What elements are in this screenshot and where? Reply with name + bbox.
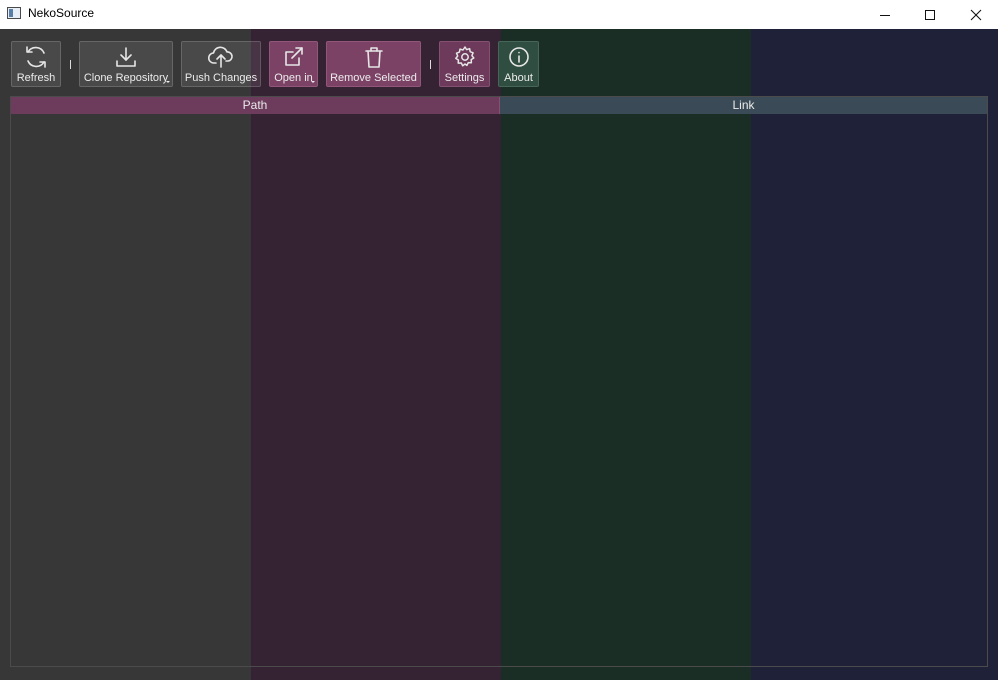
maximize-button[interactable] [907, 0, 952, 29]
settings-button[interactable]: Settings [439, 41, 490, 87]
toolbar-separator [70, 60, 71, 69]
clone-repository-label: Clone Repository [83, 72, 169, 84]
close-button[interactable] [953, 0, 998, 29]
title-bar: NekoSource [0, 0, 998, 29]
open-in-label: Open in [274, 72, 313, 84]
refresh-label: Refresh [16, 72, 56, 84]
column-header-path[interactable]: Path [11, 97, 500, 114]
close-icon [970, 9, 981, 20]
gear-icon [454, 46, 475, 67]
info-icon [508, 47, 529, 67]
external-link-icon [284, 47, 303, 66]
remove-selected-button[interactable]: Remove Selected [326, 41, 421, 87]
minimize-button[interactable] [862, 0, 907, 29]
open-in-button[interactable]: Open in [269, 41, 318, 87]
cloud-upload-icon [207, 46, 233, 68]
push-changes-button[interactable]: Push Changes [181, 41, 261, 87]
refresh-icon [26, 46, 46, 68]
clone-repository-button[interactable]: Clone Repository [79, 41, 173, 87]
remove-selected-label: Remove Selected [330, 72, 417, 84]
toolbar: Refresh Clone Repository Push Changes Op… [0, 29, 998, 95]
table-body[interactable] [11, 114, 987, 666]
minimize-icon [879, 14, 890, 16]
column-header-link[interactable]: Link [500, 97, 987, 114]
download-icon [116, 47, 136, 67]
dropdown-arrow-icon [166, 81, 170, 83]
trash-icon [364, 47, 383, 68]
repository-table[interactable]: Path Link [10, 96, 988, 667]
window-title: NekoSource [28, 6, 95, 20]
settings-label: Settings [444, 72, 485, 84]
refresh-button[interactable]: Refresh [11, 41, 61, 87]
app-icon [7, 7, 21, 19]
about-label: About [504, 72, 533, 84]
table-header: Path Link [11, 97, 987, 114]
dropdown-arrow-icon [311, 81, 315, 83]
maximize-icon [924, 9, 935, 20]
about-button[interactable]: About [498, 41, 539, 87]
push-changes-label: Push Changes [184, 72, 258, 84]
toolbar-separator [430, 60, 431, 69]
